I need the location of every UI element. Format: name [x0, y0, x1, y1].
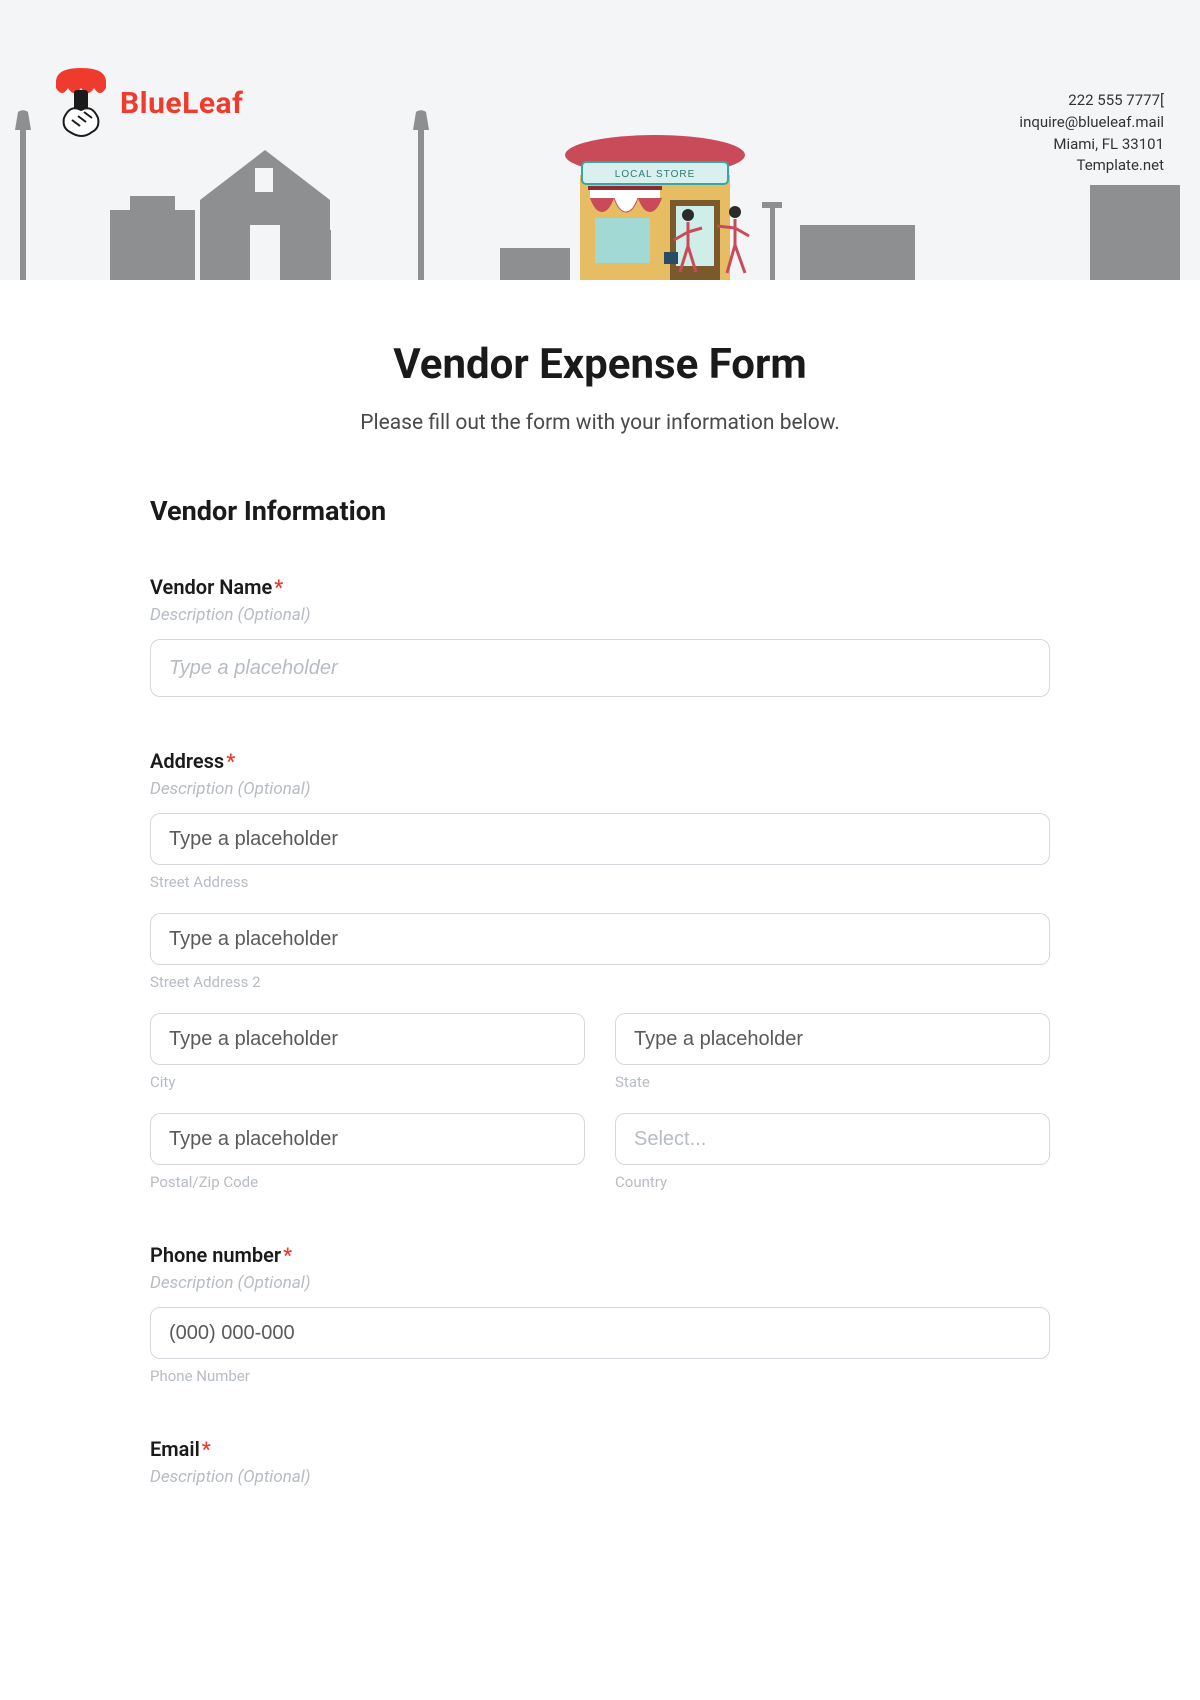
- required-asterisk: *: [274, 575, 283, 599]
- email-label: Email*: [150, 1437, 1050, 1461]
- state-sublabel: State: [615, 1073, 1050, 1091]
- page-subtitle: Please fill out the form with your infor…: [150, 411, 1050, 435]
- country-sublabel: Country: [615, 1173, 1050, 1191]
- field-address: Address* Description (Optional) Street A…: [150, 749, 1050, 1191]
- city-input[interactable]: [150, 1013, 585, 1065]
- vendor-name-label: Vendor Name*: [150, 575, 1050, 599]
- country-select[interactable]: [615, 1113, 1050, 1165]
- header-banner: LOCAL STORE: [0, 0, 1200, 280]
- section-vendor-info: Vendor Information: [150, 495, 1050, 527]
- store-illustration: LOCAL STORE: [565, 135, 749, 280]
- field-email: Email* Description (Optional): [150, 1437, 1050, 1487]
- email-desc: Description (Optional): [150, 1467, 1050, 1487]
- field-vendor-name: Vendor Name* Description (Optional): [150, 575, 1050, 697]
- contact-email: inquire@blueleaf.mail: [1019, 112, 1164, 134]
- vendor-name-desc: Description (Optional): [150, 605, 1050, 625]
- state-input[interactable]: [615, 1013, 1050, 1065]
- street-address-2-sublabel: Street Address 2: [150, 973, 1050, 991]
- contact-site: Template.net: [1019, 155, 1164, 177]
- field-phone: Phone number* Description (Optional) Pho…: [150, 1243, 1050, 1385]
- street-address-sublabel: Street Address: [150, 873, 1050, 891]
- contact-city: Miami, FL 33101: [1019, 134, 1164, 156]
- postal-input[interactable]: [150, 1113, 585, 1165]
- contact-info: 222 555 7777[ inquire@blueleaf.mail Miam…: [1019, 90, 1164, 177]
- required-asterisk: *: [283, 1243, 292, 1267]
- handshake-awning-icon: [50, 68, 112, 138]
- phone-input[interactable]: [150, 1307, 1050, 1359]
- brand-logo: BlueLeaf: [50, 68, 243, 138]
- address-label: Address*: [150, 749, 1050, 773]
- phone-label: Phone number*: [150, 1243, 1050, 1267]
- brand-name: BlueLeaf: [120, 86, 243, 121]
- svg-text:LOCAL STORE: LOCAL STORE: [615, 169, 695, 180]
- phone-sublabel: Phone Number: [150, 1367, 1050, 1385]
- street-address-input[interactable]: [150, 813, 1050, 865]
- street-address-2-input[interactable]: [150, 913, 1050, 965]
- city-sublabel: City: [150, 1073, 585, 1091]
- required-asterisk: *: [202, 1437, 211, 1461]
- phone-desc: Description (Optional): [150, 1273, 1050, 1293]
- contact-phone: 222 555 7777[: [1019, 90, 1164, 112]
- page-title: Vendor Expense Form: [150, 340, 1050, 389]
- vendor-name-input[interactable]: [150, 639, 1050, 697]
- address-desc: Description (Optional): [150, 779, 1050, 799]
- postal-sublabel: Postal/Zip Code: [150, 1173, 585, 1191]
- required-asterisk: *: [226, 749, 235, 773]
